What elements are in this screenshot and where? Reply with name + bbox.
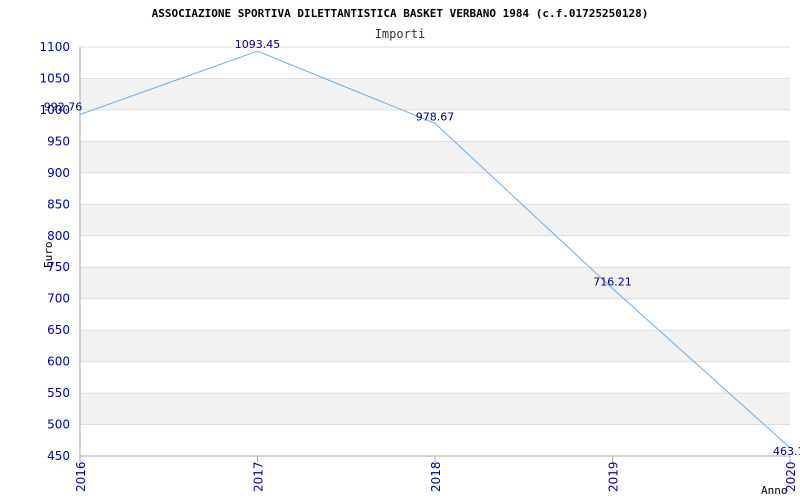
chart-title: ASSOCIAZIONE SPORTIVA DILETTANTISTICA BA… [152, 7, 649, 20]
x-axis-label: Anno [761, 484, 788, 497]
data-label: 716.21 [593, 275, 632, 288]
y-tick-label: 900 [47, 166, 70, 180]
x-tick-labels: 2016 2017 2018 2019 2020 [74, 456, 798, 492]
y-tick-label: 600 [47, 355, 70, 369]
line-chart: 4505005506006507007508008509009501000105… [39, 7, 800, 497]
y-tick-label: 650 [47, 323, 70, 337]
x-tick-label: 2016 [74, 461, 88, 492]
grid-band [80, 330, 790, 362]
y-tick-label: 800 [47, 229, 70, 243]
data-label: 992.76 [44, 100, 83, 113]
y-tick-label: 950 [47, 134, 70, 148]
grid-band [80, 78, 790, 110]
grid-band [80, 204, 790, 236]
background-bands [80, 78, 790, 425]
y-tick-label: 450 [47, 449, 70, 463]
data-label: 978.67 [416, 110, 455, 123]
x-tick-label: 2017 [252, 461, 266, 492]
chart-subtitle: Importi [375, 27, 426, 41]
x-tick-label: 2019 [607, 461, 621, 492]
data-label: 1093.45 [235, 38, 281, 51]
y-tick-label: 550 [47, 386, 70, 400]
y-tick-label: 700 [47, 292, 70, 306]
grid-band [80, 393, 790, 425]
grid-band [80, 141, 790, 173]
y-tick-label: 500 [47, 418, 70, 432]
x-tick-label: 2018 [429, 461, 443, 492]
y-tick-label: 1050 [39, 71, 70, 85]
y-axis-label: Euro [42, 242, 55, 269]
y-tick-label: 850 [47, 197, 70, 211]
grid-band [80, 267, 790, 299]
data-label: 463.1 [773, 445, 800, 458]
y-tick-label: 1100 [39, 40, 70, 54]
